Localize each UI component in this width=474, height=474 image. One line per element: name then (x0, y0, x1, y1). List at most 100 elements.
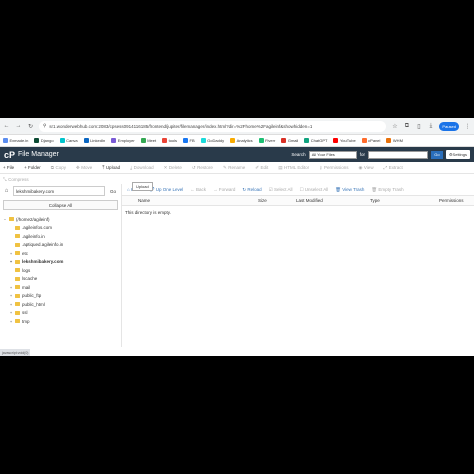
browser-menu-icon[interactable]: ⋮ (464, 123, 471, 130)
expand-toggle-icon[interactable]: + (9, 310, 13, 315)
bookmark-label: YouTube (339, 138, 356, 143)
bookmark-item[interactable]: Canva (59, 138, 78, 143)
select-all-label: Select All (273, 186, 293, 192)
move-button[interactable]: ✥ Move (76, 165, 92, 171)
new-file-button[interactable]: + File (3, 165, 14, 170)
expand-toggle-icon[interactable]: + (9, 319, 13, 324)
bookmark-item[interactable]: Django (34, 138, 54, 143)
bookmark-item[interactable]: Exmade.in (3, 138, 28, 143)
bookmark-favicon-icon (200, 138, 206, 143)
tree-node-label: .aptiqued.agileinfo.in (22, 242, 64, 248)
bookmark-item[interactable]: cPanel (361, 138, 380, 143)
empty-trash-button[interactable]: 🗑 Empty Trash (371, 187, 403, 193)
compress-button[interactable]: ⤡ Compress (3, 177, 29, 182)
html-editor-button[interactable]: ▤ HTML Editor (278, 165, 309, 171)
bookmark-item[interactable]: Meet (140, 138, 156, 143)
reload-button[interactable]: ↻ Reload (242, 187, 261, 193)
view-trash-button[interactable]: 🗑 View Trash (335, 187, 364, 193)
rename-button[interactable]: ✎ Rename (223, 165, 245, 171)
directory-sidebar: ⌂ lekshmibakery.com Go Collapse All − (/h… (0, 184, 122, 347)
tree-node[interactable]: .agileinfos.com (0, 224, 121, 233)
search-scope-select[interactable]: All Your Files (308, 150, 357, 159)
tree-node[interactable]: .agileinfo.in (0, 232, 121, 241)
tree-node[interactable]: .aptiqued.agileinfo.in (0, 241, 121, 250)
url-field[interactable]: ⚲ sr1.wonderwebhub.com:2083/cpsess091411… (39, 120, 387, 132)
download-icon[interactable]: ⤓ (427, 123, 434, 130)
expand-toggle-icon[interactable]: + (9, 285, 13, 290)
unselect-all-button[interactable]: ☐ Unselect All (299, 187, 328, 193)
bookmark-item[interactable]: Fiverr (258, 138, 275, 143)
column-header-name[interactable]: Name (138, 198, 150, 203)
select-all-button[interactable]: ☑ Select All (269, 187, 293, 193)
column-header-type[interactable]: Type (370, 198, 380, 203)
delete-button[interactable]: ✕ Delete (164, 165, 182, 171)
search-label: Search (291, 152, 306, 157)
tree-node[interactable]: logs (0, 266, 121, 275)
search-go-button[interactable]: Go (430, 150, 443, 159)
expand-toggle-icon[interactable]: + (9, 251, 13, 256)
search-input[interactable] (367, 150, 428, 159)
settings-button[interactable]: ⚙ Settings (445, 150, 470, 159)
bookmark-favicon-icon (140, 138, 146, 143)
tree-node[interactable]: lscache (0, 275, 121, 284)
bookmark-item[interactable]: Gmail (281, 138, 298, 143)
reload-icon[interactable]: ↻ (27, 123, 34, 130)
upload-button[interactable]: ⤒ Upload (102, 165, 120, 170)
bookmark-item[interactable]: GoDaddy (200, 138, 224, 143)
column-header-permissions[interactable]: Permissions (439, 198, 464, 203)
profile-button[interactable]: Paused (439, 121, 459, 131)
permissions-button[interactable]: ⚷ Permissions (319, 165, 348, 171)
tree-node[interactable]: + lekshmibakery.com (0, 258, 121, 267)
forward-button[interactable]: → Forward (213, 187, 235, 192)
forward-arrow-icon[interactable]: → (15, 123, 22, 130)
back-button[interactable]: ← Back (190, 187, 206, 192)
tree-node[interactable]: + mail (0, 283, 121, 292)
extract-button[interactable]: ⤢ Extract (384, 165, 403, 170)
side-panel-icon[interactable]: ▯ (415, 123, 422, 130)
home-icon[interactable]: ⌂ (3, 187, 10, 195)
bookmark-item[interactable]: YouTube (333, 138, 356, 143)
bookmark-item[interactable]: LinkedIn (83, 138, 105, 143)
view-button[interactable]: ◉ View (358, 165, 373, 171)
bookmark-item[interactable]: tools (162, 138, 177, 143)
bookmark-item[interactable]: WHM (386, 138, 403, 143)
extensions-icon[interactable]: ⧉ (403, 123, 410, 130)
tree-node[interactable]: + tmp (0, 317, 121, 326)
expand-toggle-icon[interactable]: + (9, 259, 13, 264)
back-arrow-icon[interactable]: ← (3, 123, 10, 130)
up-one-level-button[interactable]: ⤴ Up One Level (150, 187, 183, 193)
edit-button[interactable]: ✐ Edit (255, 165, 268, 171)
bookmark-label: Gmail (287, 138, 299, 143)
collapse-all-button[interactable]: Collapse All (3, 200, 118, 210)
cpanel-logo[interactable]: cP (4, 150, 15, 160)
folder-icon (15, 310, 20, 315)
expand-toggle-icon[interactable]: + (9, 302, 13, 307)
folder-icon (15, 268, 20, 273)
tree-node[interactable]: + etc (0, 249, 121, 258)
bookmark-item[interactable]: FB (183, 138, 195, 143)
tree-node[interactable]: + ssl (0, 309, 121, 318)
tree-node-label: lscache (22, 276, 38, 282)
bookmark-item[interactable]: Employer (111, 138, 135, 143)
move-label: Move (81, 165, 93, 170)
new-folder-button[interactable]: + Folder (24, 165, 41, 170)
directory-input[interactable]: lekshmibakery.com (13, 186, 105, 196)
permissions-label: Permissions (323, 165, 349, 170)
site-info-icon[interactable]: ⚲ (43, 123, 46, 129)
column-header-last-modified[interactable]: Last Modified (296, 198, 323, 203)
bookmark-star-icon[interactable]: ☆ (391, 123, 398, 130)
download-button[interactable]: ⤓ Download (130, 165, 154, 170)
expand-toggle-icon[interactable]: + (9, 293, 13, 298)
tree-node[interactable]: + public_ftp (0, 292, 121, 301)
extract-label: Extract (388, 165, 403, 170)
tree-node[interactable]: + public_html (0, 300, 121, 309)
copy-button[interactable]: ⧉ Copy (51, 165, 66, 170)
bookmark-item[interactable]: ChatGPT (304, 138, 327, 143)
bookmark-item[interactable]: Analytics (230, 138, 253, 143)
directory-go-button[interactable]: Go (108, 189, 118, 194)
bookmark-label: Canva (66, 138, 78, 143)
column-header-size[interactable]: Size (258, 198, 267, 203)
restore-button[interactable]: ↺ Restore (192, 165, 213, 171)
expand-toggle-icon[interactable]: − (3, 217, 7, 222)
tree-node[interactable]: − (/home2/agileinf) (0, 215, 121, 224)
